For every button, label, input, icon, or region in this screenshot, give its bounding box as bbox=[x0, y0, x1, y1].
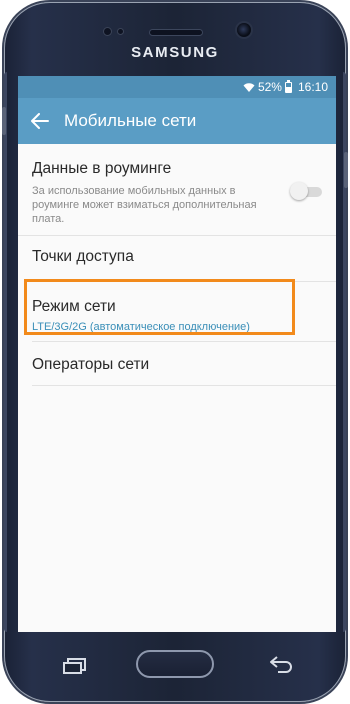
phone-frame: SAMSUNG 52% 16:10 Мобильные сети Данные … bbox=[2, 2, 348, 702]
page-title: Мобильные сети bbox=[64, 111, 197, 130]
arrow-left-icon[interactable] bbox=[26, 107, 54, 135]
setting-title: Точки доступа bbox=[32, 248, 134, 265]
app-bar: Мобильные сети bbox=[18, 98, 336, 144]
light-sensor bbox=[118, 29, 123, 34]
brand-logo: SAMSUNG bbox=[131, 44, 219, 61]
setting-value: LTE/3G/2G (автоматическое подключение) bbox=[32, 321, 250, 333]
battery-percent: 52% bbox=[257, 80, 282, 94]
phone-edge-left bbox=[4, 72, 7, 632]
back-key-icon[interactable] bbox=[268, 654, 294, 679]
earpiece-speaker bbox=[150, 30, 202, 35]
setting-title: Режим сети bbox=[32, 298, 116, 315]
power-key bbox=[344, 152, 348, 188]
front-camera-icon bbox=[237, 23, 251, 37]
toggle-thumb bbox=[290, 182, 308, 200]
hardware-keys bbox=[4, 646, 346, 686]
data-roaming-toggle[interactable] bbox=[290, 182, 322, 200]
recent-apps-icon[interactable] bbox=[62, 658, 88, 679]
setting-title: Данные в роуминге bbox=[32, 160, 172, 177]
home-button[interactable] bbox=[136, 650, 214, 678]
status-icons: 52% 16:10 bbox=[243, 79, 328, 94]
battery-icon bbox=[284, 79, 292, 93]
proximity-sensor bbox=[104, 28, 111, 35]
setting-item-access-points[interactable]: Точки доступа bbox=[32, 236, 336, 282]
setting-subtitle: За использование мобильных данных в роум… bbox=[32, 185, 257, 225]
screen: 52% 16:10 Мобильные сети Данные в роумин… bbox=[18, 76, 336, 632]
setting-item-data-roaming[interactable]: Данные в роуминге За использование мобил… bbox=[18, 144, 336, 236]
status-bar: 52% 16:10 bbox=[18, 76, 336, 98]
clock: 16:10 bbox=[297, 80, 328, 94]
volume-key bbox=[2, 107, 6, 135]
setting-item-network-operators[interactable]: Операторы сети bbox=[32, 342, 336, 386]
settings-list: Данные в роуминге За использование мобил… bbox=[18, 144, 336, 386]
setting-item-network-mode[interactable]: Режим сети LTE/3G/2G (автоматическое под… bbox=[32, 282, 336, 342]
setting-title: Операторы сети bbox=[32, 356, 150, 373]
wifi-icon bbox=[243, 81, 255, 93]
